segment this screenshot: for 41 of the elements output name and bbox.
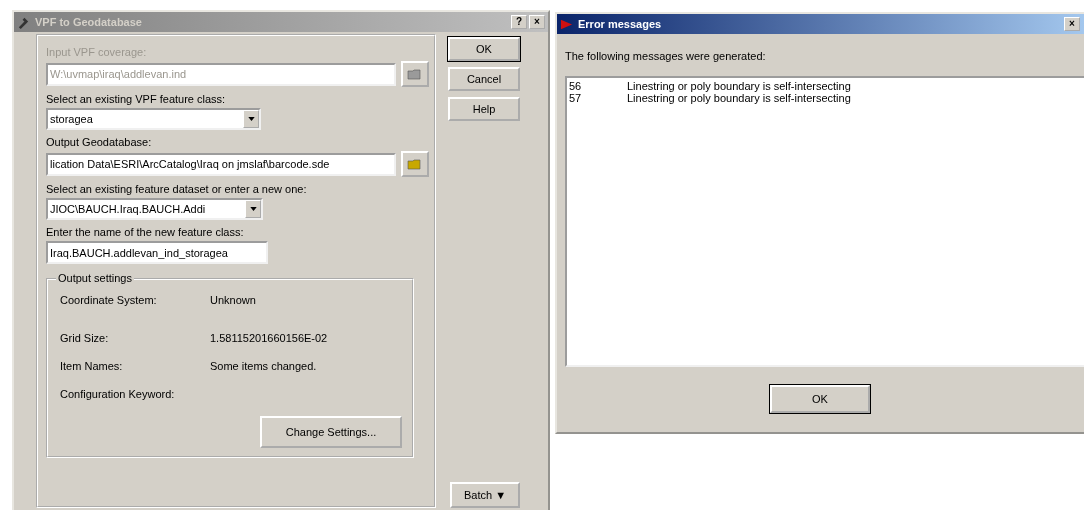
change-settings-button[interactable]: Change Settings... xyxy=(260,416,402,448)
feature-dataset-dropdown[interactable]: JIOC\BAUCH.Iraq.BAUCH.Addi xyxy=(46,198,263,220)
field-label: Select an existing VPF feature class: xyxy=(46,93,226,105)
title-bar-button[interactable]: ? xyxy=(511,15,527,29)
message-text: Linestring or poly boundary is self-intersecting xyxy=(627,92,851,104)
setting-label: Coordinate System: xyxy=(60,294,158,306)
message-code: 56 xyxy=(569,80,583,92)
browse-button[interactable] xyxy=(401,61,429,87)
setting-label: Configuration Keyword: xyxy=(60,388,176,400)
group-title: Output settings xyxy=(56,272,134,284)
feature-class-dropdown[interactable]: storagea xyxy=(46,108,261,130)
error-icon xyxy=(560,17,573,31)
field-label: Select an existing feature dataset or enter a new one: xyxy=(46,183,307,195)
title-bar-button[interactable]: × xyxy=(529,15,545,29)
folder-icon xyxy=(407,156,423,172)
close-button[interactable]: × xyxy=(1064,17,1080,31)
message-code: 57 xyxy=(569,92,583,104)
window-title: Error messages xyxy=(578,18,663,30)
setting-value: Some items changed. xyxy=(210,360,318,372)
setting-label: Item Names: xyxy=(60,360,124,372)
dialog-button[interactable]: Cancel xyxy=(448,67,520,91)
batch-button[interactable]: Batch ▼ xyxy=(450,482,520,508)
setting-value: 1.58115201660156E-02 xyxy=(210,332,329,344)
field-label: Input VPF coverage: xyxy=(46,46,147,58)
feature-class-name-field[interactable]: Iraq.BAUCH.addlevan_ind_storagea xyxy=(46,241,268,264)
folder-icon xyxy=(407,66,423,82)
ok-button[interactable]: OK xyxy=(770,385,870,413)
dialog-button[interactable]: OK xyxy=(448,37,520,61)
field-label: Output Geodatabase: xyxy=(46,136,152,148)
message-text: Linestring or poly boundary is self-intersecting xyxy=(627,80,851,92)
setting-value: Unknown xyxy=(210,294,257,306)
browse-button[interactable] xyxy=(401,151,429,177)
dialog-button[interactable]: Help xyxy=(448,97,520,121)
window-title: VPF to Geodatabase xyxy=(35,16,143,28)
field-label: Enter the name of the new feature class: xyxy=(46,226,244,238)
setting-label: Grid Size: xyxy=(60,332,110,344)
geodatabase-field[interactable]: lication Data\ESRI\ArcCatalog\Iraq on jmslaf\barcode.sde xyxy=(46,152,396,176)
dropdown-arrow-icon xyxy=(249,207,257,211)
dropdown-arrow-icon xyxy=(247,117,255,121)
intro-text: The following messages were generated: xyxy=(565,50,767,62)
tool-icon xyxy=(17,15,30,29)
